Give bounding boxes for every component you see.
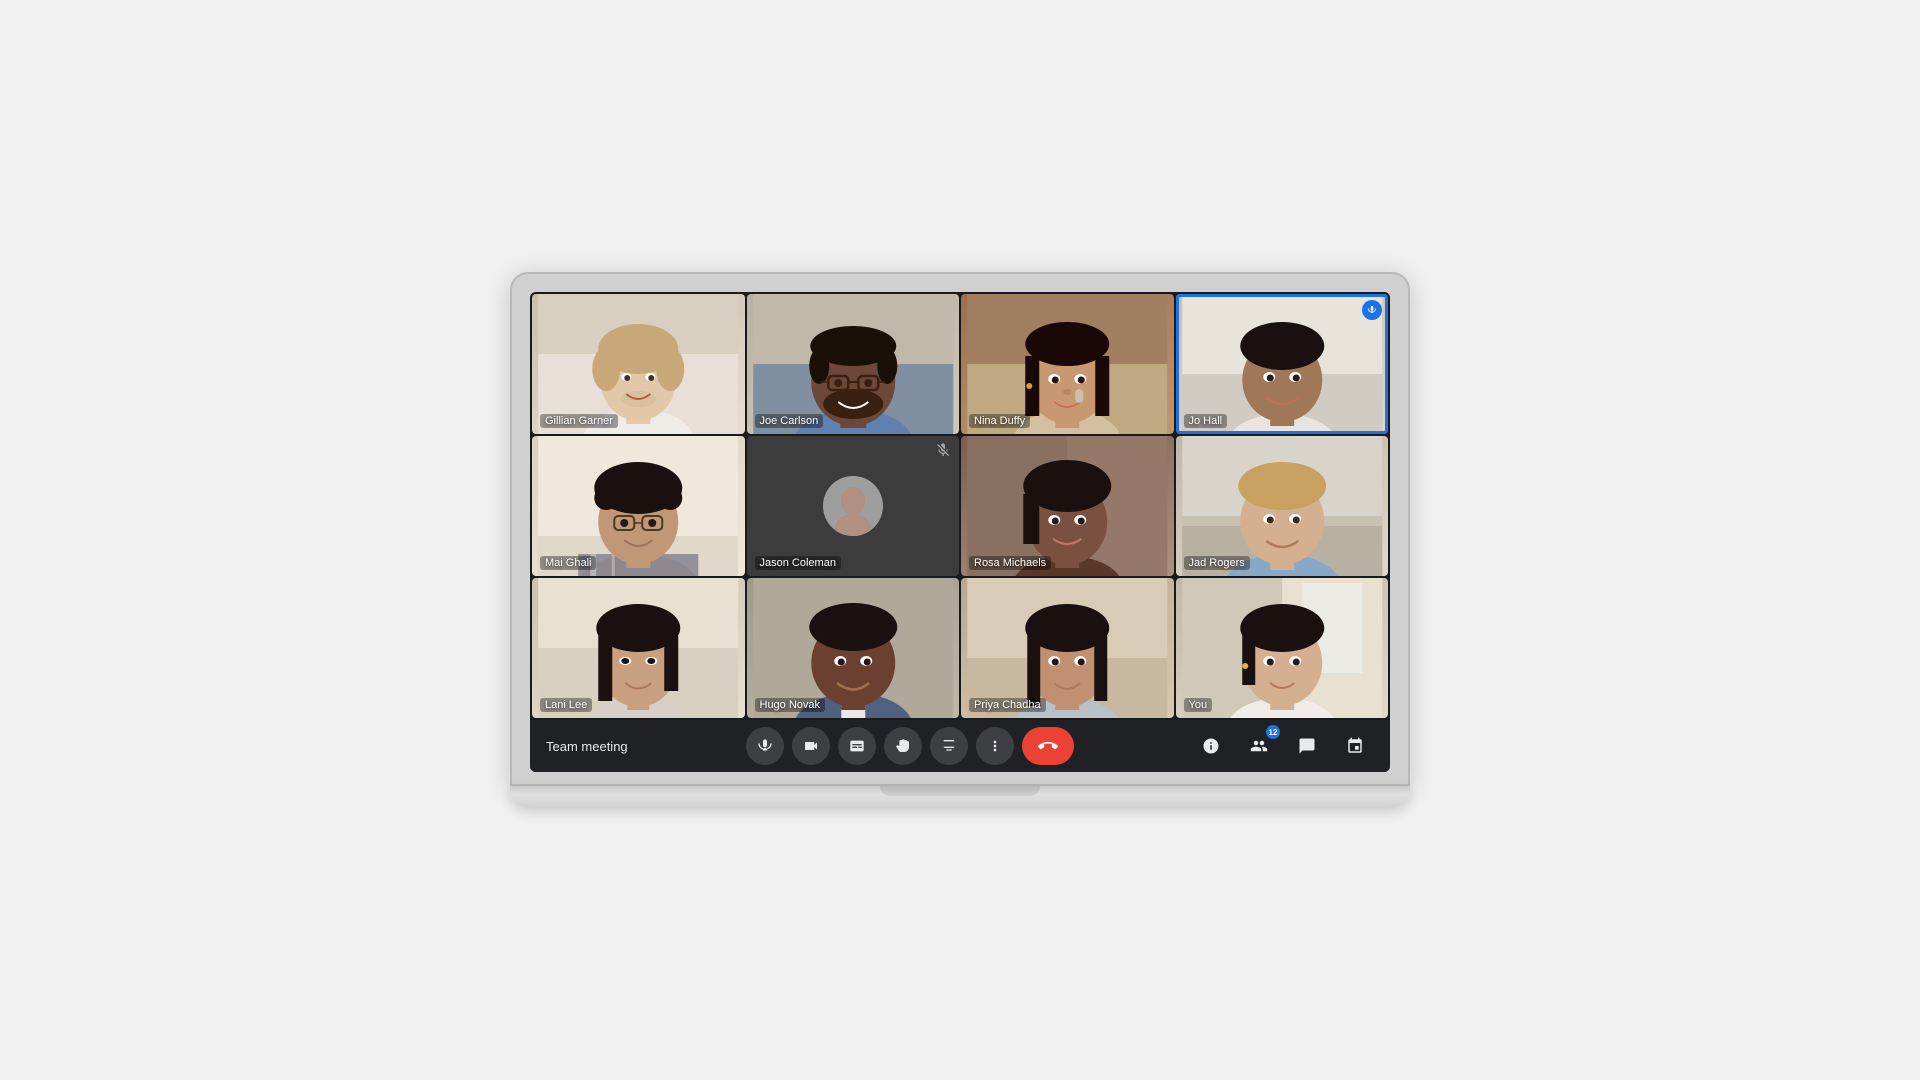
laptop-screen: Gillian Garner: [510, 272, 1410, 786]
name-jason: Jason Coleman: [755, 556, 841, 570]
toolbar-right-controls: 12: [1192, 727, 1374, 765]
participant-cell-joe: Joe Carlson: [747, 294, 960, 434]
participant-cell-hugo: Hugo Novak: [747, 578, 960, 718]
end-call-button[interactable]: [1022, 727, 1074, 765]
activities-button[interactable]: [1336, 727, 1374, 765]
participant-cell-you: You: [1176, 578, 1389, 718]
name-lani: Lani Lee: [540, 698, 592, 712]
mic-off-icon: [935, 442, 951, 461]
active-speaker-icon: [1362, 300, 1382, 320]
participants-button[interactable]: 12: [1240, 727, 1278, 765]
name-rosa: Rosa Michaels: [969, 556, 1051, 570]
participant-cell-priya: Priya Chadha: [961, 578, 1174, 718]
toolbar-controls: [746, 727, 1074, 765]
name-mai: Mai Ghali: [540, 556, 596, 570]
captions-button[interactable]: [838, 727, 876, 765]
name-jo: Jo Hall: [1184, 414, 1228, 428]
more-options-button[interactable]: [976, 727, 1014, 765]
video-grid: Gillian Garner: [530, 292, 1390, 720]
name-joe: Joe Carlson: [755, 414, 824, 428]
avatar-jason: [823, 476, 883, 536]
participant-cell-jason: Jason Coleman: [747, 436, 960, 576]
name-hugo: Hugo Novak: [755, 698, 826, 712]
camera-button[interactable]: [792, 727, 830, 765]
participant-count-badge: 12: [1266, 725, 1280, 739]
name-priya: Priya Chadha: [969, 698, 1046, 712]
participant-cell-gillian: Gillian Garner: [532, 294, 745, 434]
meeting-toolbar: Team meeting: [530, 720, 1390, 772]
name-gillian: Gillian Garner: [540, 414, 618, 428]
screen-content: Gillian Garner: [530, 292, 1390, 772]
participant-cell-jad: Jad Rogers: [1176, 436, 1389, 576]
participant-cell-rosa: Rosa Michaels: [961, 436, 1174, 576]
info-button[interactable]: [1192, 727, 1230, 765]
name-nina: Nina Duffy: [969, 414, 1030, 428]
participant-cell-jo: Jo Hall: [1176, 294, 1389, 434]
mic-button[interactable]: [746, 727, 784, 765]
participant-cell-mai: Mai Ghali: [532, 436, 745, 576]
name-you: You: [1184, 698, 1213, 712]
chat-button[interactable]: [1288, 727, 1326, 765]
name-jad: Jad Rogers: [1184, 556, 1250, 570]
participant-cell-lani: Lani Lee: [532, 578, 745, 718]
meeting-title-label: Team meeting: [546, 739, 628, 754]
participant-cell-nina: Nina Duffy: [961, 294, 1174, 434]
present-button[interactable]: [930, 727, 968, 765]
raise-hand-button[interactable]: [884, 727, 922, 765]
laptop-base: [510, 786, 1410, 808]
laptop-container: Gillian Garner: [510, 272, 1410, 808]
laptop-notch: [880, 786, 1040, 796]
